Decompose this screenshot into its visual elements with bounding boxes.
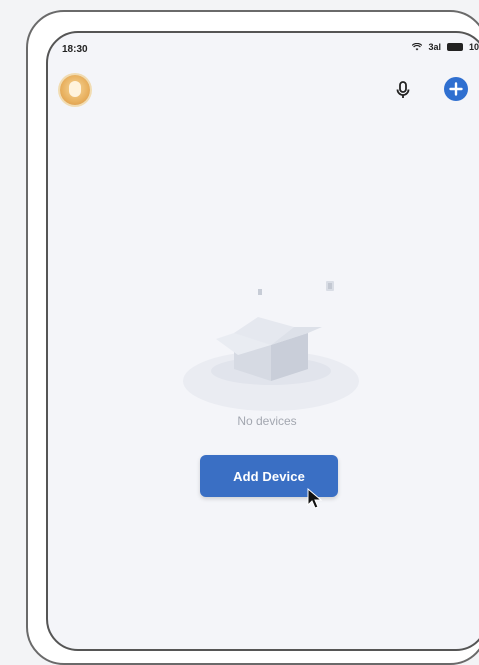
plus-circle-icon bbox=[449, 82, 463, 96]
status-time: 18:30 bbox=[62, 44, 88, 55]
empty-box-illustration bbox=[183, 281, 359, 411]
signal-indicator: 3al bbox=[428, 42, 441, 52]
wifi-icon bbox=[412, 43, 423, 51]
top-bar bbox=[48, 71, 479, 111]
stage: 18:30 3al 100 bbox=[0, 0, 479, 665]
mouse-cursor-icon bbox=[307, 488, 323, 509]
device-screen: 18:30 3al 100 bbox=[46, 31, 479, 651]
status-bar: 18:30 3al 100 bbox=[48, 33, 479, 61]
microphone-icon[interactable] bbox=[392, 79, 414, 101]
avatar-face bbox=[69, 81, 81, 97]
battery-level: 100 bbox=[468, 42, 479, 52]
status-indicators: 3al 100 bbox=[412, 42, 479, 52]
user-avatar[interactable] bbox=[60, 75, 90, 105]
add-button[interactable] bbox=[444, 77, 468, 101]
battery-icon bbox=[446, 43, 463, 51]
empty-state-message: No devices bbox=[237, 414, 297, 428]
